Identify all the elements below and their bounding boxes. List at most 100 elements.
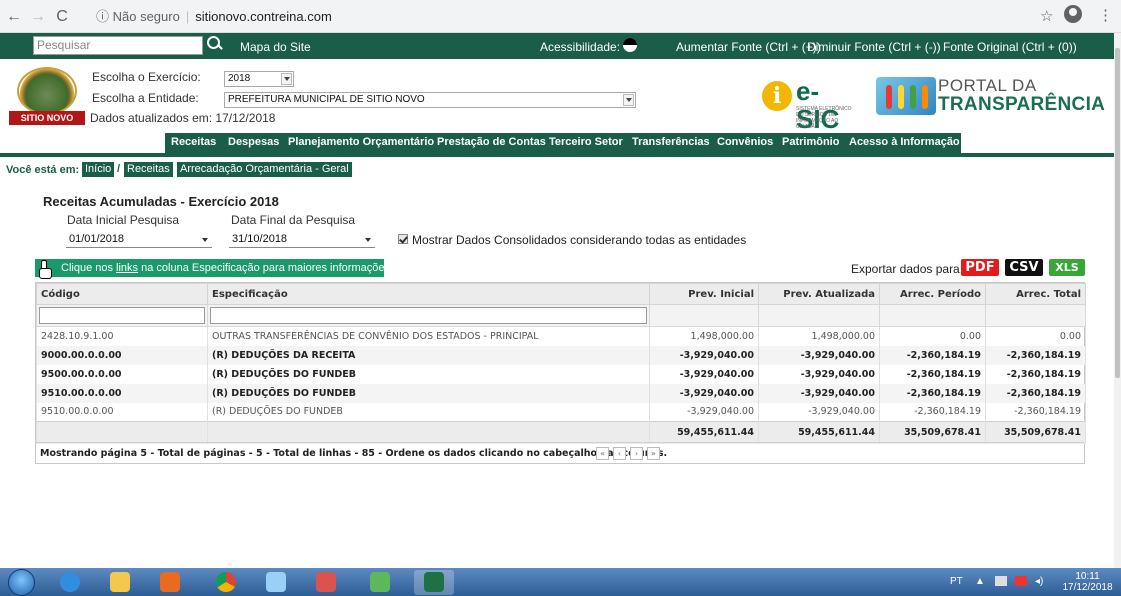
address-bar[interactable]: ⓘ Não seguro | sitionovo.contreina.com [96, 4, 1096, 29]
system-clock[interactable]: 10:11 17/12/2018 [1060, 571, 1115, 593]
taskbar-app-ie[interactable] [50, 570, 90, 595]
search-input[interactable]: Pesquisar [33, 36, 203, 55]
filter-cell [985, 304, 1086, 327]
entity-select[interactable]: PREFEITURA MUNICIPAL DE SITIO NOVO [224, 92, 636, 108]
accessibility-label: Acessibilidade: [540, 40, 621, 54]
cell-especificacao[interactable]: OUTRAS TRANSFERÊNCIAS DE CONVÊNIO DOS ES… [207, 326, 650, 346]
forward-icon[interactable]: → [28, 7, 48, 27]
taskbar-app-excel[interactable] [414, 570, 454, 595]
nav-item-despesas[interactable]: Despesas [228, 136, 279, 148]
sitemap-link[interactable]: Mapa do Site [240, 40, 311, 54]
next-page-button[interactable]: › [630, 447, 643, 460]
table-row[interactable]: 9500.00.0.0.00 (R) DEDUÇÕES DO FUNDEB -3… [36, 364, 1086, 384]
prev-page-button[interactable]: ‹ [613, 447, 626, 460]
clock-date: 17/12/2018 [1062, 582, 1113, 593]
taskbar-app-snipping[interactable] [306, 570, 346, 595]
breadcrumb-inicio[interactable]: Início [82, 162, 115, 177]
exercise-label: Escolha o Exercício: [92, 70, 201, 84]
nav-item-terceiro-setor[interactable]: Terceiro Setor [549, 136, 623, 148]
nav-item-transferencias[interactable]: Transferências [632, 136, 710, 148]
taskbar-app-chrome[interactable] [206, 570, 246, 595]
nav-item-patrimonio[interactable]: Patrimônio [782, 136, 839, 148]
tray-chevron-icon[interactable]: ▲ [975, 576, 985, 587]
spreadsheet-icon [424, 572, 444, 592]
column-header-prev-atualizada[interactable]: Prev. Atualizada [758, 283, 880, 305]
table-row[interactable]: 9510.00.0.0.00 (R) DEDUÇÕES DO FUNDEB -3… [36, 402, 1086, 422]
first-page-button[interactable]: « [596, 447, 609, 460]
cell-codigo: 9000.00.0.0.00 [36, 345, 208, 365]
especificacao-filter-input[interactable] [210, 307, 647, 324]
nav-item-prestacao[interactable]: Prestação de Contas [437, 136, 546, 148]
action-center-icon[interactable] [1015, 576, 1027, 586]
table-row[interactable]: 9510.00.0.0.00 (R) DEDUÇÕES DO FUNDEB -3… [36, 383, 1086, 403]
breadcrumb-current[interactable]: Arrecadação Orçamentária - Geral [177, 162, 352, 177]
consolidated-label[interactable]: Mostrar Dados Consolidados considerando … [412, 233, 746, 247]
portal-title-line1[interactable]: PORTAL DA [938, 76, 1037, 96]
consolidated-checkbox[interactable] [398, 234, 408, 244]
info-text-pre: Clique nos [61, 262, 117, 274]
table-row[interactable]: 2428.10.9.1.00 OUTRAS TRANSFERÊNCIAS DE … [36, 326, 1086, 346]
export-csv-button[interactable]: CSV [1005, 259, 1043, 276]
esic-logo[interactable]: e-SIC SISTEMA ELETRÔNICO DO SERVIÇO DE I… [762, 75, 862, 133]
info-icon [762, 81, 792, 111]
contrast-icon[interactable] [623, 38, 637, 52]
taskbar-app-media[interactable] [150, 570, 190, 595]
back-icon[interactable]: ← [4, 7, 24, 27]
volume-icon[interactable]: ◂) [1035, 576, 1043, 587]
cell-especificacao[interactable]: (R) DEDUÇÕES DO FUNDEB [207, 364, 650, 384]
export-xls-button[interactable]: XLS [1049, 259, 1085, 276]
increase-font-link[interactable]: Aumentar Fonte (Ctrl + (+)) [676, 40, 821, 54]
bookmark-star-icon[interactable]: ☆ [1040, 7, 1053, 25]
end-date-label: Data Final da Pesquisa [231, 213, 356, 227]
nav-item-acesso-informacao[interactable]: Acesso à Informação [849, 136, 960, 148]
municipality-logo[interactable]: SITIO NOVO [9, 67, 85, 125]
column-header-especificacao[interactable]: Especificação [207, 283, 650, 305]
export-pdf-button[interactable]: PDF [961, 259, 999, 276]
cell-arrec-periodo: -2,360,184.19 [879, 364, 986, 384]
language-indicator[interactable]: PT [950, 576, 963, 587]
column-header-arrec-periodo[interactable]: Arrec. Período [879, 283, 986, 305]
exercise-select[interactable]: 2018 [224, 71, 294, 87]
last-page-button[interactable]: » [647, 447, 660, 460]
nav-item-receitas[interactable]: Receitas [171, 136, 216, 148]
breadcrumb-receitas[interactable]: Receitas [124, 162, 173, 177]
internet-explorer-icon [60, 572, 80, 592]
column-header-arrec-total[interactable]: Arrec. Total [985, 283, 1086, 305]
taskbar-app-explorer[interactable] [100, 570, 140, 595]
entity-label: Escolha a Entidade: [92, 91, 199, 105]
media-player-icon [160, 572, 180, 592]
end-date-select[interactable]: 31/10/2018 [229, 230, 375, 248]
cell-especificacao[interactable]: (R) DEDUÇÕES DO FUNDEB [207, 383, 650, 403]
table-row[interactable]: 9000.00.0.0.00 (R) DEDUÇÕES DA RECEITA -… [36, 345, 1086, 365]
total-prev-atualizada: 59,455,611.44 [758, 421, 880, 444]
decrease-font-link[interactable]: Diminuir Fonte (Ctrl + (-)) [807, 40, 941, 54]
taskbar-app-paint[interactable] [256, 570, 296, 595]
account-icon[interactable] [1064, 5, 1082, 23]
codigo-filter-input[interactable] [39, 307, 205, 324]
portal-title-line2[interactable]: TRANSPARÊNCIA [938, 94, 1105, 116]
network-icon[interactable] [995, 576, 1007, 586]
start-button[interactable] [8, 569, 35, 596]
taskbar-app-green[interactable] [360, 570, 400, 595]
app-icon [370, 572, 390, 592]
nav-item-planejamento[interactable]: Planejamento Orçamentário [288, 136, 434, 148]
scrollbar-thumb[interactable] [1115, 48, 1120, 378]
total-arrec-periodo: 35,509,678.41 [879, 421, 986, 444]
exercise-value: 2018 [228, 73, 251, 84]
search-icon[interactable] [206, 35, 222, 53]
browser-menu-icon[interactable]: ⋮ [1098, 6, 1113, 24]
esic-subtitle: SISTEMA ELETRÔNICO DO SERVIÇO DE INFORMA… [796, 106, 852, 130]
end-date-value: 31/10/2018 [232, 233, 288, 245]
start-date-select[interactable]: 01/01/2018 [66, 230, 212, 248]
column-header-prev-inicial[interactable]: Prev. Inicial [649, 283, 759, 305]
original-font-link[interactable]: Fonte Original (Ctrl + (0)) [943, 40, 1077, 54]
cell-especificacao[interactable]: (R) DEDUÇÕES DO FUNDEB [207, 402, 650, 422]
reload-icon[interactable]: C [52, 7, 72, 27]
column-header-codigo[interactable]: Código [36, 283, 208, 305]
cell-especificacao[interactable]: (R) DEDUÇÕES DA RECEITA [207, 345, 650, 365]
nav-item-convenios[interactable]: Convênios [717, 136, 773, 148]
info-links-word: links [116, 262, 139, 274]
cell-prev-atualizada: 1,498,000.00 [758, 326, 880, 346]
cell-codigo: 2428.10.9.1.00 [36, 326, 208, 346]
transparency-people-icon[interactable] [876, 77, 936, 115]
